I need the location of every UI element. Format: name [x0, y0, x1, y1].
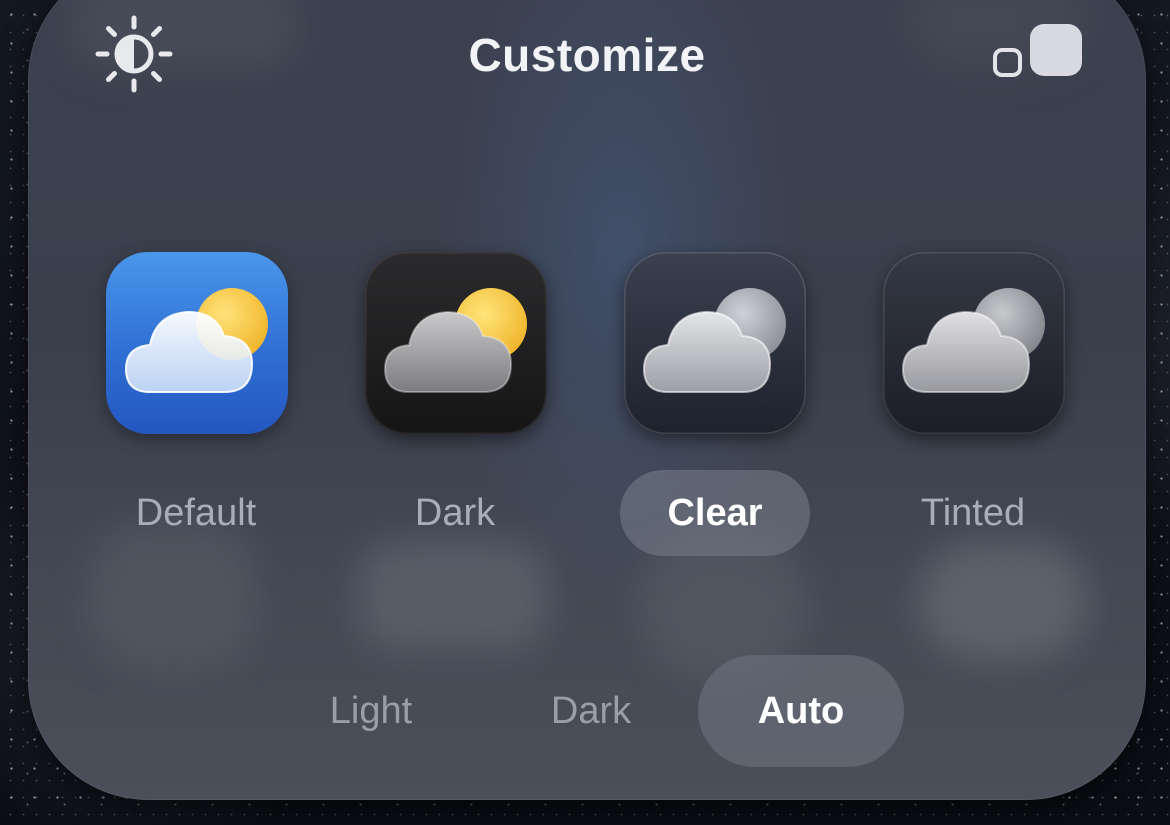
icon-size-button[interactable]: [988, 20, 1088, 90]
icon-style-default-option[interactable]: Default: [101, 470, 291, 556]
weather-app-icon: [124, 288, 268, 393]
icon-style-clear-option[interactable]: Clear: [620, 470, 810, 556]
icon-style-selector: Default Dark Clear Tinted: [28, 470, 1146, 556]
sheet-title: Customize: [468, 29, 706, 81]
appearance-light-option[interactable]: Light: [296, 655, 446, 767]
weather-app-icon: [383, 288, 527, 393]
icon-style-clear-tile[interactable]: [624, 252, 806, 434]
weather-app-icon: [642, 288, 786, 393]
customize-sheet: Customize Default Dark Clear Tinted Ligh…: [28, 0, 1146, 800]
icon-size-toggle-icon: [993, 24, 1082, 77]
icon-style-default-tile[interactable]: [106, 252, 288, 434]
customize-header: Customize: [28, 0, 1146, 110]
appearance-dark-option[interactable]: Dark: [516, 655, 666, 767]
icon-style-tinted-tile[interactable]: [883, 252, 1065, 434]
weather-app-icon: [901, 288, 1045, 393]
icon-style-dark-tile[interactable]: [365, 252, 547, 434]
icon-style-dark-option[interactable]: Dark: [360, 470, 550, 556]
appearance-auto-option[interactable]: Auto: [698, 655, 904, 767]
icon-style-previews: [28, 252, 1146, 442]
blurred-app-icon: [358, 540, 548, 650]
blurred-app-icon: [918, 540, 1088, 660]
appearance-mode-selector: Light Dark Auto: [28, 655, 1146, 767]
home-screen-background: Customize Default Dark Clear Tinted Ligh…: [0, 0, 1170, 825]
icon-style-tinted-option[interactable]: Tinted: [878, 470, 1068, 556]
